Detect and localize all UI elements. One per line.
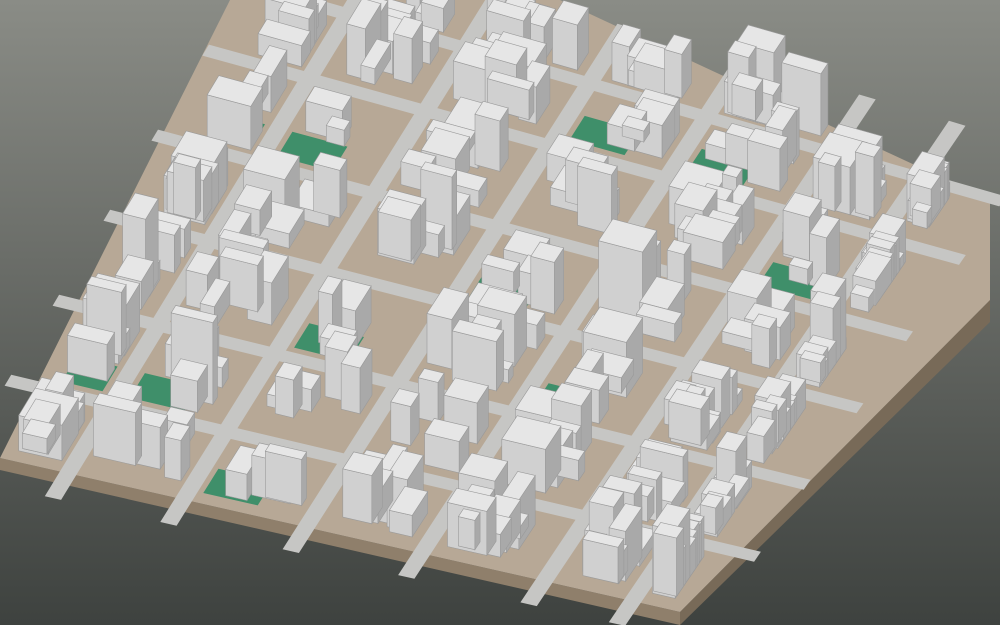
building-front-face	[313, 163, 341, 219]
building	[818, 152, 842, 213]
building	[854, 141, 882, 219]
building	[424, 418, 470, 474]
building	[67, 322, 115, 383]
building	[274, 361, 303, 420]
building	[850, 284, 875, 314]
building-side-face	[195, 158, 201, 221]
building-front-face	[611, 41, 630, 86]
building	[170, 358, 208, 414]
building-side-face	[121, 283, 127, 357]
building-front-face	[426, 313, 453, 370]
building	[552, 0, 589, 72]
building-front-face	[751, 323, 770, 369]
building	[582, 530, 625, 585]
city-model-viewport[interactable]	[0, 0, 1000, 625]
building	[731, 72, 764, 122]
building-side-face	[873, 145, 882, 219]
building-side-face	[820, 62, 829, 137]
building-front-face	[746, 432, 765, 464]
building-side-face	[135, 401, 142, 467]
building-front-face	[164, 436, 182, 482]
building	[390, 388, 420, 447]
building-front-face	[664, 49, 683, 99]
building-front-face	[530, 255, 555, 315]
building	[325, 115, 351, 148]
building-front-face	[474, 113, 501, 172]
building-front-face	[417, 377, 439, 424]
building	[457, 508, 481, 551]
building-front-face	[782, 209, 810, 262]
building	[747, 127, 789, 193]
building-side-face	[676, 526, 685, 598]
building-front-face	[225, 469, 248, 501]
building	[664, 34, 692, 100]
building	[313, 151, 348, 219]
building	[377, 196, 422, 263]
building-front-face	[552, 17, 578, 71]
building-front-face	[173, 161, 196, 220]
building	[393, 16, 424, 85]
building-front-face	[93, 402, 136, 466]
building	[530, 241, 565, 316]
city-model-scene	[0, 0, 1000, 625]
building-front-face	[393, 33, 413, 85]
building-side-face	[451, 168, 458, 251]
building-side-face	[212, 314, 218, 406]
building-front-face	[264, 450, 303, 506]
building	[417, 368, 445, 424]
building-front-face	[390, 401, 412, 446]
building	[668, 388, 710, 447]
building-front-face	[340, 363, 361, 415]
building-front-face	[342, 468, 373, 525]
building	[788, 256, 814, 286]
building-side-face	[301, 450, 307, 507]
building-front-face	[458, 516, 476, 551]
building	[173, 153, 202, 221]
building-front-face	[274, 375, 294, 419]
building	[474, 100, 509, 173]
building	[92, 392, 143, 467]
building	[264, 443, 307, 507]
building	[653, 522, 685, 598]
building-front-face	[854, 151, 875, 218]
building-front-face	[577, 165, 612, 235]
building-front-face	[653, 532, 677, 597]
building	[799, 350, 826, 384]
building	[164, 422, 191, 482]
building	[342, 451, 384, 525]
building	[751, 313, 778, 370]
building	[911, 201, 933, 230]
